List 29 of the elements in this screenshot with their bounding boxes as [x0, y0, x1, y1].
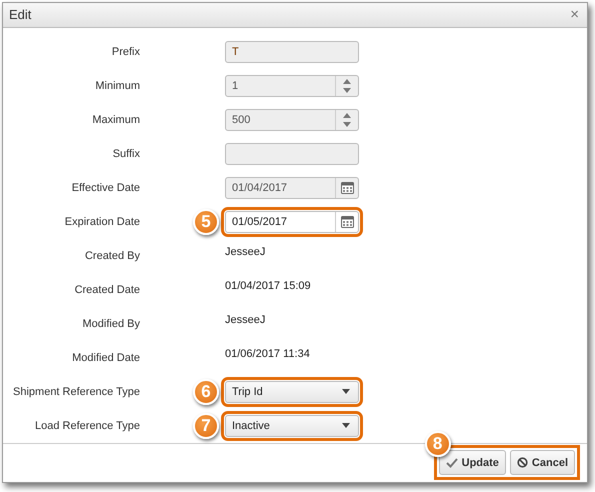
- field-label: Created Date: [74, 284, 140, 296]
- field-label: Expiration Date: [64, 216, 140, 228]
- calendar-icon[interactable]: [340, 215, 354, 228]
- field-label: Prefix: [110, 46, 140, 58]
- close-button[interactable]: ×: [570, 6, 579, 24]
- window-title: Edit: [9, 7, 32, 22]
- field-label: Created By: [84, 250, 140, 262]
- caret-icon: [342, 389, 350, 394]
- update-button[interactable]: Update: [438, 450, 506, 476]
- field-label: Modified Date: [71, 352, 140, 364]
- cancel-button[interactable]: Cancel: [510, 450, 575, 476]
- field-value: JesseeJ: [225, 314, 266, 326]
- field-value: 01/06/2017 11:34: [225, 348, 311, 360]
- caret-icon: [342, 423, 350, 428]
- step-callout: 8: [424, 431, 451, 458]
- step-callout: 7: [193, 412, 219, 439]
- field-label: Shipment Reference Type: [12, 386, 140, 398]
- field-label: Maximum: [91, 114, 140, 126]
- field-label: Load Reference Type: [34, 420, 140, 432]
- step-callout: 5: [193, 208, 219, 235]
- checkmark-icon: [446, 458, 458, 468]
- field-value: 01/04/2017 15:09: [225, 280, 312, 292]
- cancel-icon: [516, 457, 528, 468]
- field-label: Modified By: [82, 318, 140, 330]
- field-label: Suffix: [112, 148, 140, 160]
- field-label: Effective Date: [70, 182, 140, 194]
- field-value: JesseeJ: [225, 246, 266, 258]
- field-label: Minimum: [94, 80, 140, 92]
- step-callout: 6: [193, 378, 219, 405]
